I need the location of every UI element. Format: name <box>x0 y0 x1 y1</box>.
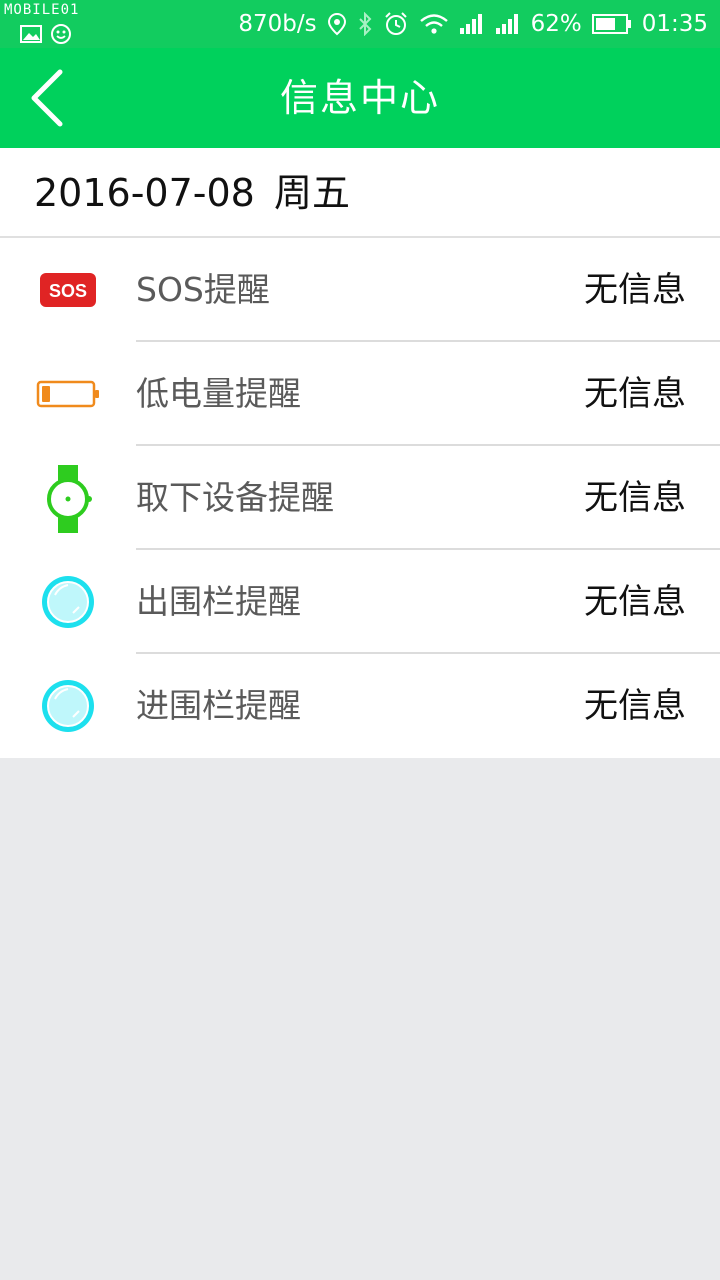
watch-icon <box>36 464 100 534</box>
alarm-icon <box>384 12 407 35</box>
geofence-exit-icon <box>36 572 100 632</box>
bluetooth-icon <box>358 12 371 36</box>
date-text: 2016-07-08 <box>34 171 255 215</box>
battery-icon <box>591 14 631 34</box>
app-header: 信息中心 <box>0 48 720 148</box>
list-item-value: 无信息 <box>584 478 686 518</box>
list-item-geofence-enter[interactable]: 进围栏提醒 无信息 <box>0 654 720 758</box>
list-item-geofence-exit[interactable]: 出围栏提醒 无信息 <box>0 550 720 654</box>
reminder-list: SOS SOS提醒 无信息 低电量提醒 无信息 取下设备提醒 无信息 出围栏提醒… <box>0 238 720 758</box>
list-item-value: 无信息 <box>584 582 686 622</box>
image-notification-icon <box>20 25 42 43</box>
list-item-value: 无信息 <box>584 686 686 726</box>
list-item-sos[interactable]: SOS SOS提醒 无信息 <box>0 238 720 342</box>
list-item-device-removed[interactable]: 取下设备提醒 无信息 <box>0 446 720 550</box>
weekday-text: 周五 <box>274 171 351 215</box>
smiley-notification-icon <box>51 24 71 44</box>
date-bar: 2016-07-08 周五 <box>0 148 720 238</box>
signal-2-icon <box>495 14 518 34</box>
svg-text:SOS: SOS <box>49 281 87 301</box>
low-battery-icon <box>36 364 100 424</box>
location-icon <box>327 12 346 36</box>
geofence-enter-icon <box>36 676 100 736</box>
list-item-low-battery[interactable]: 低电量提醒 无信息 <box>0 342 720 446</box>
list-item-value: 无信息 <box>584 374 686 414</box>
list-item-label: SOS提醒 <box>136 270 270 309</box>
wifi-icon <box>419 14 448 34</box>
page-title: 信息中心 <box>279 76 440 120</box>
battery-percent: 62% <box>530 11 582 37</box>
list-item-label: 取下设备提醒 <box>136 478 334 517</box>
sos-icon: SOS <box>36 260 100 320</box>
list-item-label: 低电量提醒 <box>136 374 301 413</box>
status-bar: MOBILE01 870b/s 62% 01:35 <box>0 0 720 48</box>
network-speed: 870b/s <box>238 11 317 37</box>
signal-1-icon <box>459 14 482 34</box>
list-item-value: 无信息 <box>584 270 686 310</box>
clock-time: 01:35 <box>641 11 708 37</box>
list-item-label: 进围栏提醒 <box>136 686 301 725</box>
list-item-label: 出围栏提醒 <box>136 582 301 621</box>
